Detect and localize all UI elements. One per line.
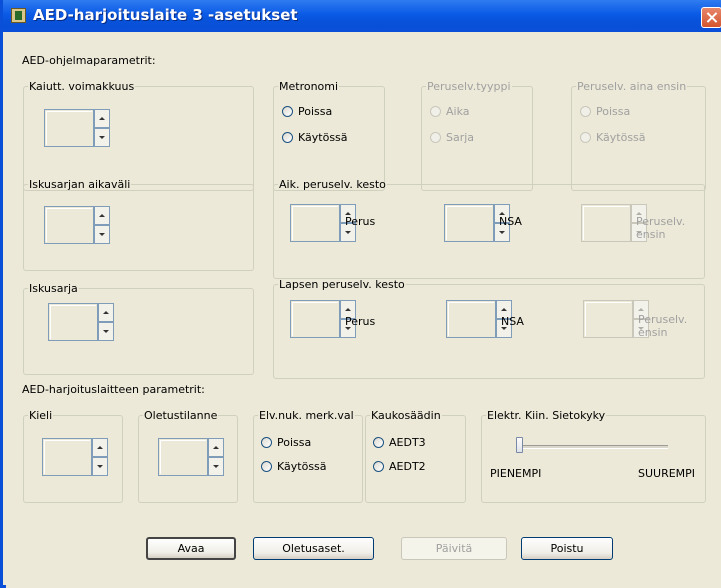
volume-group-label: Kaiutt. voimakkuus — [29, 80, 135, 93]
radio-circle-icon[interactable] — [261, 461, 272, 472]
language-spinner[interactable] — [42, 438, 108, 476]
adult-cpr-duration-group-label: Aik. peruselv. kesto — [279, 178, 386, 191]
radio-circle-icon[interactable] — [580, 106, 591, 117]
cpr-first-kaytossa-label: Käytössä — [596, 131, 646, 144]
radio-circle-icon[interactable] — [282, 106, 293, 117]
shock-interval-spinner[interactable] — [44, 206, 110, 244]
child-nsa-label: NSA — [501, 315, 524, 328]
cpr-type-group-label: Peruselv.tyyppi — [427, 80, 511, 93]
shock-interval-up-arrow-icon[interactable] — [94, 206, 110, 225]
child-cpr-first-label: Peruselv. ensin — [638, 313, 688, 339]
manikin-signal-group: Elv.nuk. merk.val — [253, 409, 363, 503]
app-icon — [11, 8, 26, 23]
shock-series-group-label: Iskusarja — [29, 282, 78, 295]
dialog-window: AED-harjoituslaite 3 -asetukset AED-ohje… — [0, 0, 721, 588]
dialog-body: AED-ohjelmaparametrit: Kaiutt. voimakkuu… — [6, 32, 721, 588]
device-params-heading: AED-harjoituslaitteen parametrit: — [22, 383, 205, 396]
radio-circle-icon[interactable] — [373, 437, 384, 448]
cpr-type-sarja-label: Sarja — [446, 131, 475, 144]
remote-group: Kaukosäädin — [365, 409, 466, 503]
default-state-spinner[interactable] — [158, 438, 224, 476]
radio-circle-icon[interactable] — [373, 461, 384, 472]
child-perus-label: Perus — [345, 315, 376, 328]
tolerance-slider-thumb[interactable] — [516, 437, 523, 453]
cpr-first-group-label: Peruselv. aina ensin — [577, 80, 687, 93]
radio-circle-icon[interactable] — [430, 106, 441, 117]
default-state-down-arrow-icon[interactable] — [208, 457, 224, 476]
child-cpr-duration-group-label: Lapsen peruselv. kesto — [279, 278, 405, 291]
metronome-poissa-label: Poissa — [298, 105, 333, 118]
shock-series-spinner[interactable] — [48, 303, 114, 341]
adult-nsa-label: NSA — [499, 215, 522, 228]
language-down-arrow-icon[interactable] — [92, 457, 108, 476]
remote-aedt2-label: AEDT2 — [389, 460, 426, 473]
radio-circle-icon[interactable] — [282, 132, 293, 143]
shock-series-down-arrow-icon[interactable] — [98, 322, 114, 341]
child-perus-value-field[interactable] — [290, 300, 340, 338]
remote-group-label: Kaukosäädin — [371, 409, 441, 422]
volume-spinner[interactable] — [44, 109, 110, 147]
electrode-tolerance-group-label: Elektr. Kiin. Sietokyky — [487, 409, 606, 422]
radio-circle-icon[interactable] — [261, 437, 272, 448]
manikin-poissa-label: Poissa — [277, 436, 312, 449]
open-button[interactable]: Avaa — [146, 537, 236, 560]
shock-interval-value-field[interactable] — [44, 206, 94, 244]
volume-value-field[interactable] — [44, 109, 94, 147]
manikin-kaytossa-label: Käytössä — [277, 460, 327, 473]
default-state-group-label: Oletustilanne — [144, 409, 218, 422]
tolerance-slider-track[interactable] — [516, 445, 668, 449]
shock-series-up-arrow-icon[interactable] — [98, 303, 114, 322]
exit-button[interactable]: Poistu — [521, 537, 613, 560]
title-bar[interactable]: AED-harjoituslaite 3 -asetukset — [3, 0, 721, 32]
volume-down-arrow-icon[interactable] — [94, 128, 110, 147]
shock-interval-group-label: Iskusarjan aikaväli — [29, 178, 131, 191]
metronome-group-label: Metronomi — [279, 80, 339, 93]
electrode-tolerance-group: Elektr. Kiin. Sietokyky — [481, 409, 706, 503]
tolerance-min-label: PIENEMPI — [490, 467, 542, 480]
child-cpr-first-value-field[interactable] — [583, 300, 633, 338]
adult-cpr-first-value-field[interactable] — [581, 204, 631, 242]
window-title: AED-harjoituslaite 3 -asetukset — [33, 6, 298, 24]
language-value-field[interactable] — [42, 438, 92, 476]
radio-circle-icon[interactable] — [580, 132, 591, 143]
close-button[interactable] — [701, 7, 721, 28]
language-up-arrow-icon[interactable] — [92, 438, 108, 457]
default-state-up-arrow-icon[interactable] — [208, 438, 224, 457]
default-state-value-field[interactable] — [158, 438, 208, 476]
defaults-button[interactable]: Oletusaset. — [253, 537, 374, 560]
update-button[interactable]: Päivitä — [401, 537, 507, 560]
radio-circle-icon[interactable] — [430, 132, 441, 143]
volume-up-arrow-icon[interactable] — [94, 109, 110, 128]
program-params-heading: AED-ohjelmaparametrit: — [22, 54, 156, 67]
metronome-kaytossa-label: Käytössä — [298, 131, 348, 144]
language-group-label: Kieli — [29, 409, 53, 422]
cpr-type-aika-label: Aika — [446, 105, 470, 118]
shock-interval-down-arrow-icon[interactable] — [94, 225, 110, 244]
adult-cpr-first-label: Peruselv. ensin — [636, 215, 686, 241]
child-nsa-value-field[interactable] — [446, 300, 496, 338]
remote-aedt3-label: AEDT3 — [389, 436, 426, 449]
tolerance-max-label: SUUREMPI — [638, 467, 696, 480]
adult-perus-label: Perus — [345, 215, 376, 228]
adult-perus-value-field[interactable] — [290, 204, 340, 242]
adult-nsa-value-field[interactable] — [444, 204, 494, 242]
shock-series-value-field[interactable] — [48, 303, 98, 341]
manikin-signal-group-label: Elv.nuk. merk.val — [259, 409, 354, 422]
cpr-first-poissa-label: Poissa — [596, 105, 631, 118]
